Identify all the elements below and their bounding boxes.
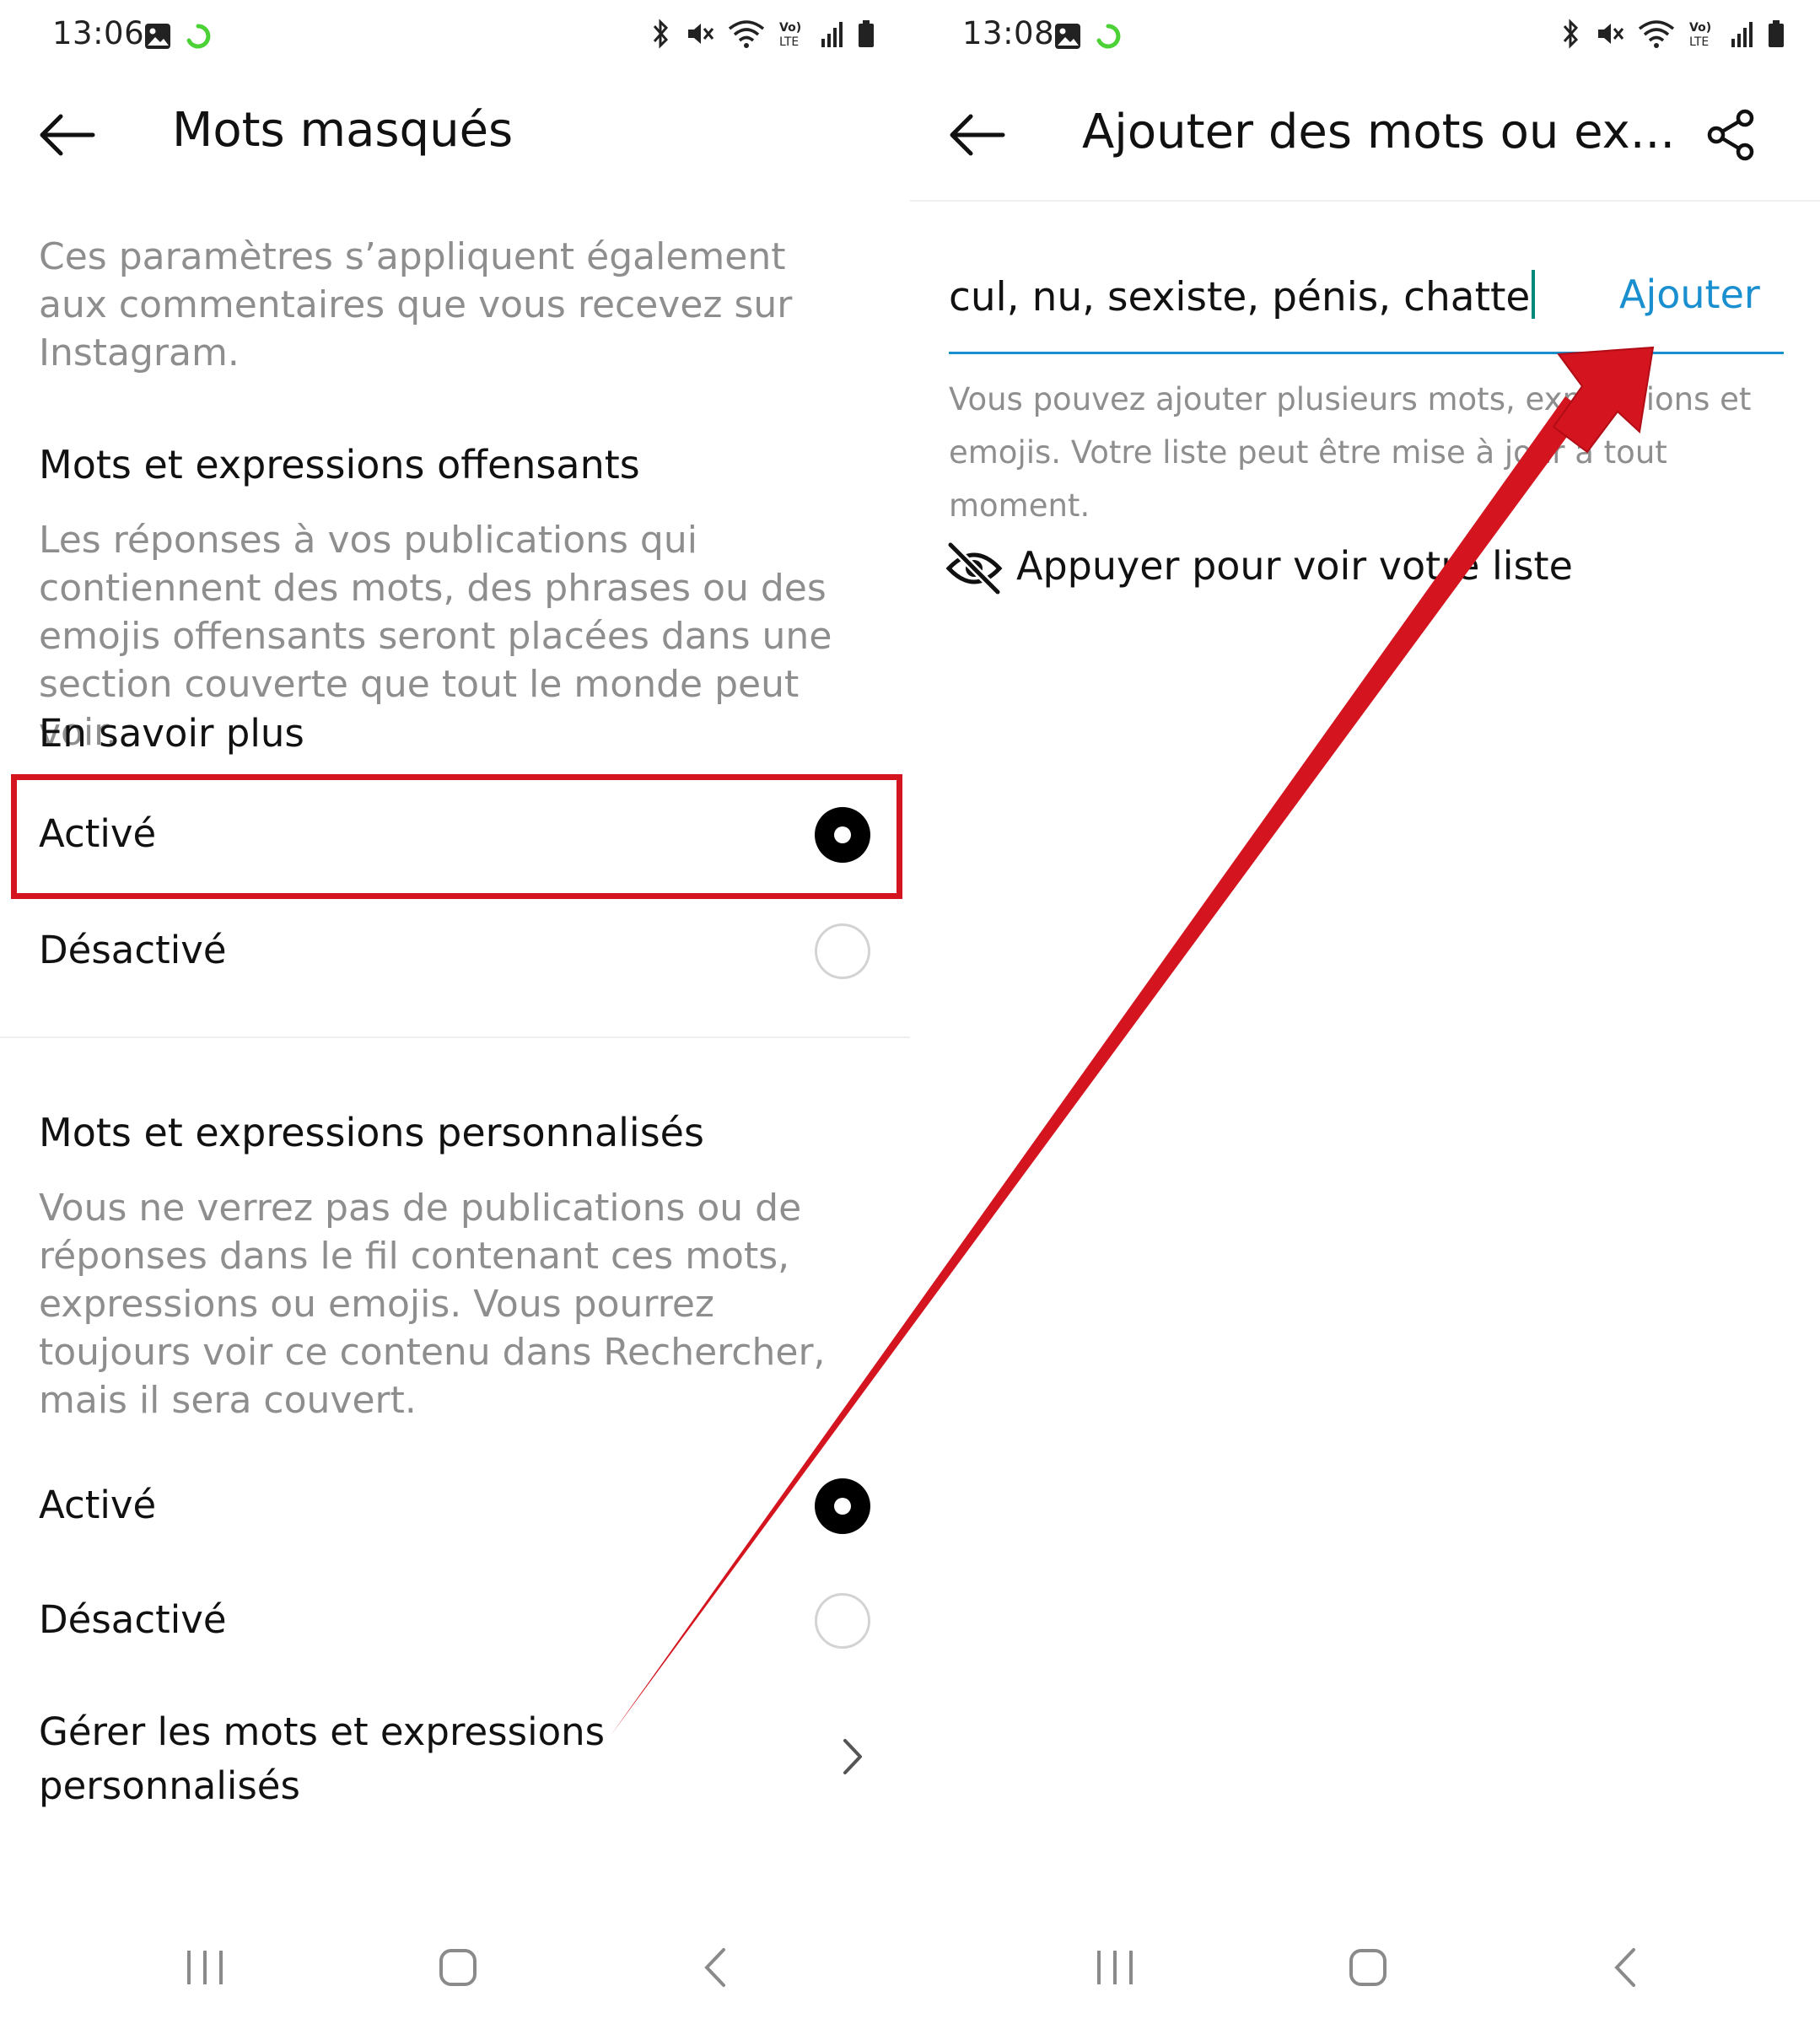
radio-unselected[interactable] — [815, 923, 870, 979]
section-divider — [0, 1036, 911, 1038]
custom-option-on[interactable]: Activé — [13, 1451, 899, 1560]
intro-text: Ces paramètres s’appliquent également au… — [39, 235, 793, 374]
svg-text:Vo): Vo) — [1689, 21, 1711, 35]
share-icon[interactable] — [1704, 108, 1758, 162]
status-icons: Vo) LTE — [1558, 19, 1785, 49]
sync-icon — [1096, 24, 1121, 49]
status-time: 13:08 — [962, 15, 1055, 51]
signal-icon — [1731, 22, 1753, 47]
right-screen: 13:08 Vo) LTE Ajouter des mots ou ex... c… — [910, 0, 1820, 2024]
eye-off-icon — [945, 541, 1003, 595]
offensive-heading: Mots et expressions offensants — [39, 442, 640, 487]
svg-text:LTE: LTE — [779, 35, 799, 49]
recent-apps-icon[interactable] — [184, 1946, 226, 1989]
battery-icon — [1769, 20, 1784, 47]
home-icon[interactable] — [437, 1946, 479, 1989]
manage-custom-words-row[interactable]: Gérer les mots et expressions personnali… — [13, 1687, 899, 1822]
wifi-icon — [1638, 20, 1675, 48]
sync-icon — [186, 24, 211, 49]
input-underline — [949, 352, 1784, 354]
annotation-highlight-box — [11, 774, 902, 899]
page-title: Mots masqués — [172, 103, 514, 158]
status-time: 13:06 — [52, 15, 145, 51]
option-label: Activé — [39, 1483, 157, 1527]
recent-apps-icon[interactable] — [1094, 1946, 1136, 1989]
manage-label-line2: personnalisés — [39, 1763, 300, 1808]
bluetooth-icon — [1563, 19, 1579, 49]
gallery-icon — [145, 24, 170, 49]
learn-more-link[interactable]: En savoir plus — [39, 711, 304, 756]
manage-label: Gérer les mots et expressions personnali… — [39, 1705, 605, 1813]
mute-icon — [1598, 24, 1624, 44]
nav-back-icon[interactable] — [1608, 1946, 1642, 1989]
svg-text:Vo): Vo) — [779, 21, 801, 35]
left-screen: 13:06 Vo) LTE Mots masqués Ces paramètres… — [0, 0, 911, 2024]
status-icons: Vo) LTE — [648, 19, 875, 49]
option-label: Désactivé — [39, 1597, 227, 1642]
view-list-row[interactable]: Appuyer pour voir votre liste — [944, 531, 1703, 607]
signal-icon — [821, 22, 843, 47]
input-text: cul, nu, sexiste, pénis, chatte — [949, 274, 1531, 320]
header-divider — [910, 200, 1820, 202]
volte-icon: Vo)LTE — [779, 21, 801, 49]
custom-heading: Mots et expressions personnalisés — [39, 1110, 704, 1155]
battery-icon — [859, 20, 874, 47]
custom-option-off[interactable]: Désactivé — [13, 1565, 899, 1675]
bluetooth-icon — [653, 19, 669, 49]
mute-icon — [688, 24, 714, 44]
radio-selected[interactable] — [815, 1478, 870, 1534]
home-icon[interactable] — [1347, 1946, 1389, 1989]
custom-description: Vous ne verrez pas de publications ou de… — [39, 1187, 826, 1422]
view-list-label: Appuyer pour voir votre liste — [1016, 543, 1573, 589]
wifi-icon — [728, 20, 765, 48]
offensive-option-off[interactable]: Désactivé — [13, 894, 899, 1004]
words-input-value[interactable]: cul, nu, sexiste, pénis, chatte — [949, 270, 1536, 320]
chevron-right-icon — [843, 1739, 862, 1774]
page-title: Ajouter des mots ou ex... — [1082, 105, 1676, 159]
svg-text:LTE: LTE — [1689, 35, 1709, 49]
add-button[interactable]: Ajouter — [1619, 272, 1760, 317]
volte-icon: Vo)LTE — [1689, 21, 1711, 49]
back-arrow-icon[interactable] — [947, 111, 1006, 159]
helper-text: Vous pouvez ajouter plusieurs mots, expr… — [949, 381, 1752, 524]
nav-back-icon[interactable] — [698, 1946, 732, 1989]
back-arrow-icon[interactable] — [37, 111, 96, 159]
gallery-icon — [1055, 24, 1080, 49]
radio-unselected[interactable] — [815, 1593, 870, 1649]
text-cursor — [1532, 270, 1536, 319]
option-label: Désactivé — [39, 928, 227, 972]
manage-label-line1: Gérer les mots et expressions — [39, 1709, 606, 1754]
